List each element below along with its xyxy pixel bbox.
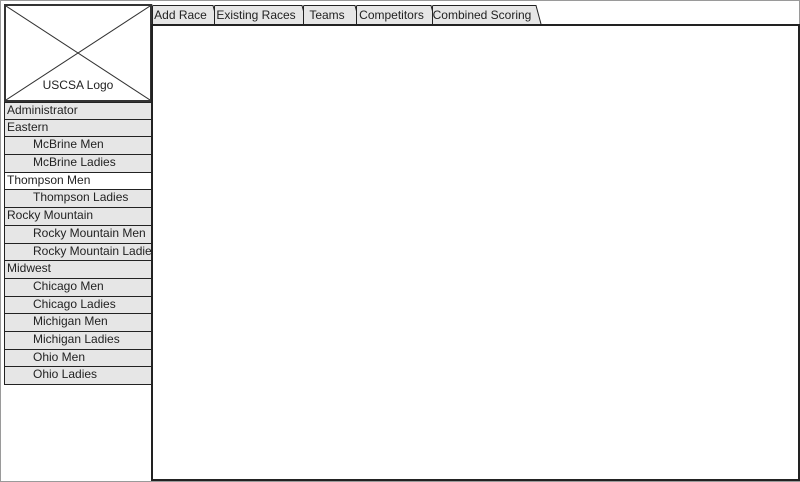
content-panel bbox=[151, 24, 800, 481]
tab-teams[interactable]: Teams bbox=[303, 5, 361, 24]
tab-existing-races[interactable]: Existing Races bbox=[214, 5, 308, 24]
nav-item-chicago-ladies[interactable]: Chicago Ladies bbox=[4, 296, 152, 315]
tab-label: Existing Races bbox=[216, 8, 296, 22]
app-frame: USCSA Logo Administrator Eastern McBrine M… bbox=[0, 0, 800, 482]
nav-item-administrator[interactable]: Administrator bbox=[4, 102, 152, 120]
tab-label: Competitors bbox=[359, 8, 424, 22]
nav-item-rocky-mountain-ladies[interactable]: Rocky Mountain Ladies bbox=[4, 243, 152, 262]
nav-item-ohio-ladies[interactable]: Ohio Ladies bbox=[4, 367, 152, 385]
tab-competitors[interactable]: Competitors bbox=[356, 5, 437, 24]
nav-item-ohio-men[interactable]: Ohio Men bbox=[4, 349, 152, 368]
sidebar: USCSA Logo Administrator Eastern McBrine M… bbox=[4, 4, 153, 481]
tab-label: Combined Scoring bbox=[432, 8, 532, 22]
nav-item-rocky-mountain-men[interactable]: Rocky Mountain Men bbox=[4, 225, 152, 244]
tab-add-race[interactable]: Add Race bbox=[152, 5, 219, 24]
logo-label: USCSA Logo bbox=[42, 78, 114, 92]
nav-item-mcbrine-ladies[interactable]: McBrine Ladies bbox=[4, 155, 152, 173]
nav-item-midwest[interactable]: Midwest bbox=[4, 261, 152, 279]
nav-item-thompson-ladies[interactable]: Thompson Ladies bbox=[4, 190, 152, 209]
nav-item-thompson-men[interactable]: Thompson Men bbox=[4, 172, 152, 191]
nav-item-michigan-ladies[interactable]: Michigan Ladies bbox=[4, 331, 152, 350]
nav-item-chicago-men[interactable]: Chicago Men bbox=[4, 278, 152, 297]
tab-label: Teams bbox=[309, 8, 345, 22]
nav-item-michigan-men[interactable]: Michigan Men bbox=[4, 314, 152, 332]
tab-combined-scoring[interactable]: Combined Scoring bbox=[432, 5, 542, 24]
nav-item-rocky-mountain[interactable]: Rocky Mountain bbox=[4, 208, 152, 226]
nav-item-mcbrine-men[interactable]: McBrine Men bbox=[4, 137, 152, 156]
team-nav-list: Administrator Eastern McBrine Men McBrine L… bbox=[4, 102, 152, 385]
tab-label: Add Race bbox=[154, 8, 207, 22]
logo-placeholder: USCSA Logo bbox=[4, 4, 152, 102]
nav-item-eastern[interactable]: Eastern bbox=[4, 119, 152, 138]
